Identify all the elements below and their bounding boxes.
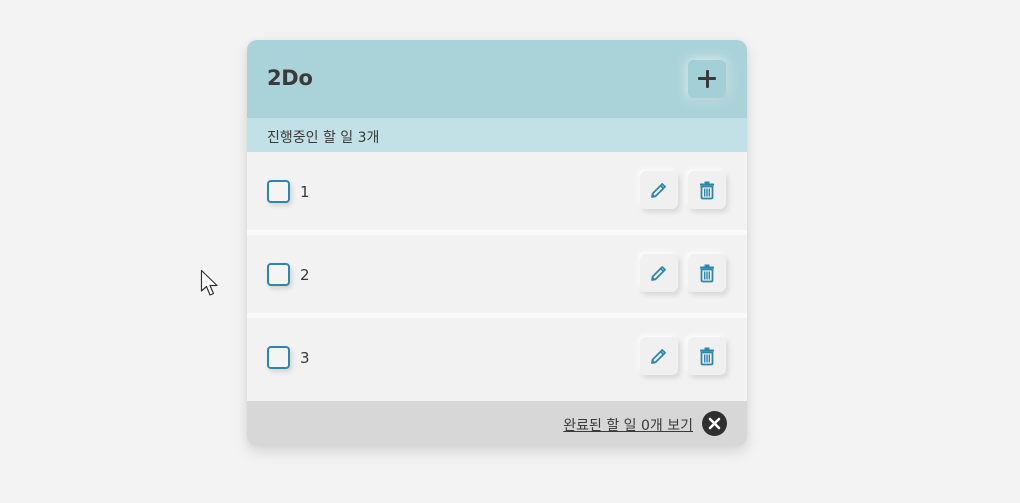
subheader: 진행중인 할 일 3개	[247, 118, 747, 152]
todo-checkbox[interactable]	[267, 346, 290, 369]
add-todo-button[interactable]	[688, 60, 726, 98]
pencil-icon	[651, 266, 666, 281]
todo-text: 2	[300, 266, 310, 284]
trash-icon	[700, 181, 714, 200]
close-button[interactable]	[702, 411, 727, 436]
edit-button[interactable]	[640, 337, 678, 375]
edit-button[interactable]	[640, 171, 678, 209]
trash-icon	[700, 264, 714, 283]
edit-button[interactable]	[640, 254, 678, 292]
todo-checkbox[interactable]	[267, 180, 290, 203]
trash-icon	[700, 347, 714, 366]
delete-button[interactable]	[688, 337, 726, 375]
todo-checkbox[interactable]	[267, 263, 290, 286]
pencil-icon	[651, 183, 666, 198]
todo-item: 2	[247, 235, 747, 318]
todo-list: 1 2 3	[247, 152, 747, 402]
todo-item: 1	[247, 152, 747, 235]
delete-button[interactable]	[688, 254, 726, 292]
close-icon	[708, 417, 721, 430]
header: 2Do	[247, 40, 747, 118]
pencil-icon	[651, 349, 666, 364]
footer: 완료된 할 일 0개 보기	[247, 401, 747, 446]
delete-button[interactable]	[688, 171, 726, 209]
todo-item: 3	[247, 318, 747, 402]
todo-text: 1	[300, 183, 310, 201]
todo-card: 2Do 진행중인 할 일 3개 1 2 3 완료된 할 일 0개 보기	[247, 40, 747, 446]
mouse-cursor-icon	[200, 269, 218, 296]
app-title: 2Do	[267, 66, 313, 90]
pending-count: 진행중인 할 일 3개	[267, 130, 380, 146]
show-completed-link[interactable]: 완료된 할 일 0개 보기	[563, 415, 693, 435]
todo-text: 3	[300, 349, 310, 367]
